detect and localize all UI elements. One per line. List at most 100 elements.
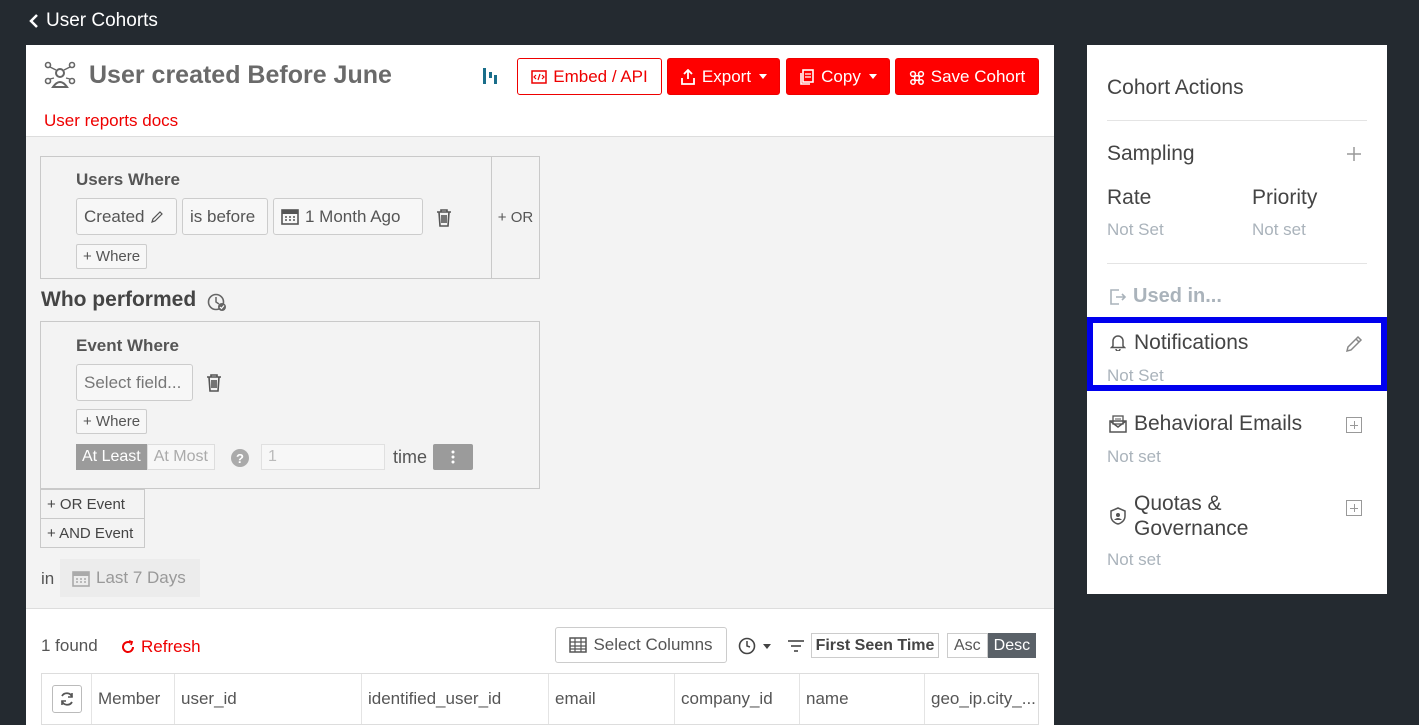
behavioral-emails-title: Behavioral Emails: [1134, 412, 1303, 435]
date-range-picker[interactable]: Last 7 Days: [60, 559, 200, 597]
trash-icon[interactable]: [435, 208, 453, 228]
sort-order-toggle[interactable]: Asc Desc: [947, 633, 1037, 658]
behavioral-emails-value: Not set: [1107, 447, 1161, 466]
page-title: User created Before June: [89, 61, 392, 89]
pencil-icon[interactable]: [1344, 334, 1364, 354]
count-input[interactable]: 1: [261, 444, 385, 470]
date-range-label: Last 7 Days: [96, 568, 186, 587]
cohort-icon: [44, 61, 76, 88]
column-header[interactable]: name: [800, 674, 925, 724]
column-header[interactable]: Member: [92, 674, 175, 724]
results-count: 1 found: [41, 636, 98, 655]
embed-api-button[interactable]: Embed / API: [517, 58, 662, 95]
used-in-label: Used in...: [1133, 285, 1222, 307]
code-icon: [531, 69, 547, 84]
quotas-governance-title: Quotas & Governance: [1134, 491, 1248, 541]
bell-icon: [1110, 335, 1126, 351]
date-value-label: 1 Month Ago: [305, 206, 401, 226]
column-header[interactable]: user_id: [175, 674, 362, 724]
caret-down-icon: [868, 74, 877, 79]
event-where-label: Event Where: [76, 336, 179, 355]
caret-down-icon: [763, 643, 771, 649]
copy-button[interactable]: Copy: [786, 58, 890, 95]
notifications-title: Notifications: [1134, 331, 1249, 354]
pencil-icon: [151, 210, 164, 223]
calendar-icon: [72, 570, 90, 587]
add-box-icon[interactable]: [1346, 500, 1362, 516]
envelope-icon: [1109, 415, 1127, 433]
rate-label: Rate: [1107, 186, 1152, 209]
table-refresh-button[interactable]: [51, 685, 82, 713]
and-event-button[interactable]: + AND Event: [40, 518, 145, 548]
help-icon[interactable]: ?: [230, 448, 250, 468]
quotas-value: Not set: [1107, 550, 1161, 569]
at-least-option[interactable]: At Least: [76, 444, 147, 470]
sign-in-icon: [1110, 288, 1127, 305]
select-field-chip[interactable]: Select field...: [76, 364, 193, 401]
users-where-label: Users Where: [76, 170, 180, 189]
shield-icon: [1110, 507, 1126, 525]
or-event-button[interactable]: + OR Event: [40, 489, 145, 519]
cohort-editor: User created Before June User reports do…: [26, 45, 1054, 725]
clock-check-icon[interactable]: [207, 292, 227, 312]
select-columns-label: Select Columns: [593, 635, 713, 654]
rate-value: Not Set: [1107, 220, 1164, 239]
sort-filter-icon[interactable]: [787, 639, 805, 653]
brand-logo-icon[interactable]: [482, 65, 498, 87]
or-button[interactable]: + OR: [491, 156, 540, 279]
column-header[interactable]: email: [549, 674, 675, 724]
vertical-dots-icon: [451, 450, 455, 464]
date-value-chip[interactable]: 1 Month Ago: [273, 198, 423, 235]
time-label: time: [393, 447, 428, 467]
sampling-title: Sampling: [1107, 142, 1195, 165]
add-event-where-button[interactable]: + Where: [76, 409, 148, 434]
sort-field-button[interactable]: First Seen Time: [811, 633, 939, 658]
save-cohort-button[interactable]: Save Cohort: [895, 58, 1039, 95]
column-header[interactable]: geo_ip.city_...: [925, 674, 1038, 724]
operator-chip[interactable]: is before: [182, 198, 268, 235]
sync-icon: [60, 692, 73, 706]
back-label: User Cohorts: [46, 10, 158, 31]
divider: [1107, 263, 1367, 264]
more-options-button[interactable]: [433, 444, 473, 470]
priority-value: Not set: [1252, 220, 1306, 239]
back-to-user-cohorts[interactable]: User Cohorts: [28, 10, 158, 32]
created-field-label: Created: [84, 206, 145, 226]
asc-option[interactable]: Asc: [947, 633, 988, 658]
cohort-actions-panel: Cohort Actions Sampling Rate Not Set Pri…: [1087, 45, 1387, 594]
results-table-header: Member user_id identified_user_id email …: [41, 673, 1039, 725]
add-box-icon[interactable]: [1346, 417, 1362, 433]
chevron-left-icon: [29, 14, 38, 28]
export-button[interactable]: Export: [667, 58, 780, 95]
plus-icon[interactable]: [1346, 146, 1362, 162]
column-header[interactable]: company_id: [675, 674, 800, 724]
svg-text:?: ?: [236, 451, 244, 466]
caret-down-icon: [759, 74, 768, 79]
divider: [1107, 120, 1367, 121]
at-most-option[interactable]: At Most: [146, 444, 215, 470]
embed-api-label: Embed / API: [553, 66, 648, 86]
table-icon: [569, 637, 588, 653]
in-label: in: [41, 569, 55, 588]
export-label: Export: [701, 66, 752, 86]
created-field-chip[interactable]: Created: [76, 198, 177, 235]
trash-icon[interactable]: [205, 373, 223, 393]
copy-label: Copy: [821, 66, 861, 86]
refresh-link[interactable]: Refresh: [121, 637, 201, 657]
notifications-value: Not Set: [1107, 366, 1164, 385]
frequency-toggle[interactable]: At Least At Most: [76, 444, 215, 470]
panel-title: Cohort Actions: [1107, 76, 1244, 99]
add-where-button[interactable]: + Where: [76, 244, 148, 269]
quotas-line-2: Governance: [1134, 517, 1249, 540]
select-columns-button[interactable]: Select Columns: [555, 627, 727, 663]
column-header[interactable]: identified_user_id: [362, 674, 549, 724]
calendar-icon: [281, 209, 299, 225]
used-in-link[interactable]: Used in...: [1109, 285, 1222, 308]
refresh-icon: [122, 640, 135, 653]
clock-icon: [738, 637, 756, 655]
time-menu-button[interactable]: [738, 637, 771, 655]
desc-option[interactable]: Desc: [987, 633, 1037, 658]
who-performed-title: Who performed: [41, 288, 197, 311]
user-reports-docs-link[interactable]: User reports docs: [44, 111, 178, 131]
refresh-table-cell: [42, 674, 92, 724]
